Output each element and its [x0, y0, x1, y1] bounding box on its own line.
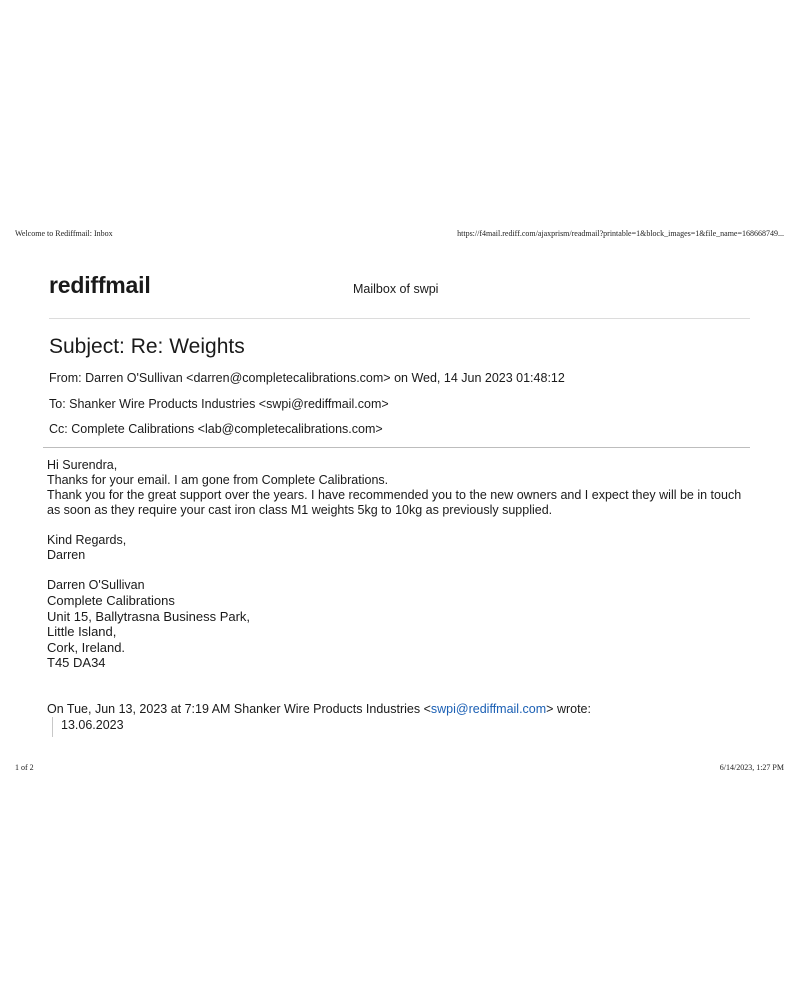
page-count: 1 of 2	[15, 763, 34, 772]
mailbox-title: Mailbox of swpi	[353, 282, 439, 296]
quote-email-link[interactable]: swpi@rediffmail.com	[431, 702, 546, 716]
signature-company: Complete Calibrations	[47, 593, 175, 608]
quoted-text: 13.06.2023	[52, 717, 124, 737]
print-timestamp: 6/14/2023, 1:27 PM	[719, 763, 784, 772]
body-line: Thanks for your email. I am gone from Co…	[47, 473, 389, 487]
email-body: Hi Surendra, Thanks for your email. I am…	[47, 458, 747, 671]
print-footer: 1 of 2 6/14/2023, 1:27 PM	[15, 763, 784, 775]
body-closing-name: Darren	[47, 548, 86, 562]
mail-header: rediffmail Mailbox of swpi	[49, 272, 750, 319]
print-header: Welcome to Rediffmail: Inbox https://f4m…	[15, 229, 784, 241]
rediffmail-logo: rediffmail	[49, 272, 151, 298]
print-page-url: https://f4mail.rediff.com/ajaxprism/read…	[457, 229, 784, 238]
email-cc: Cc: Complete Calibrations <lab@completec…	[49, 422, 383, 436]
signature-address-line: Little Island,	[47, 624, 117, 639]
header-divider	[43, 447, 750, 448]
email-subject: Subject: Re: Weights	[49, 335, 245, 358]
signature-postcode: T45 DA34	[47, 655, 106, 670]
body-greeting: Hi Surendra,	[47, 458, 118, 472]
signature-address-line: Cork, Ireland.	[47, 639, 126, 655]
signature-name: Darren O'Sullivan	[47, 578, 145, 592]
email-to: To: Shanker Wire Products Industries <sw…	[49, 397, 389, 411]
print-page-title: Welcome to Rediffmail: Inbox	[15, 229, 113, 238]
body-closing: Kind Regards,	[47, 533, 127, 547]
body-line: Thank you for the great support over the…	[47, 488, 742, 517]
signature-address-line: Unit 15, Ballytrasna Business Park,	[47, 608, 251, 624]
quote-intro: On Tue, Jun 13, 2023 at 7:19 AM Shanker …	[47, 702, 591, 716]
quote-intro-suffix: > wrote:	[546, 702, 591, 716]
email-from: From: Darren O'Sullivan <darren@complete…	[49, 371, 565, 385]
quote-intro-prefix: On Tue, Jun 13, 2023 at 7:19 AM Shanker …	[47, 702, 431, 716]
quoted-date: 13.06.2023	[61, 718, 124, 732]
